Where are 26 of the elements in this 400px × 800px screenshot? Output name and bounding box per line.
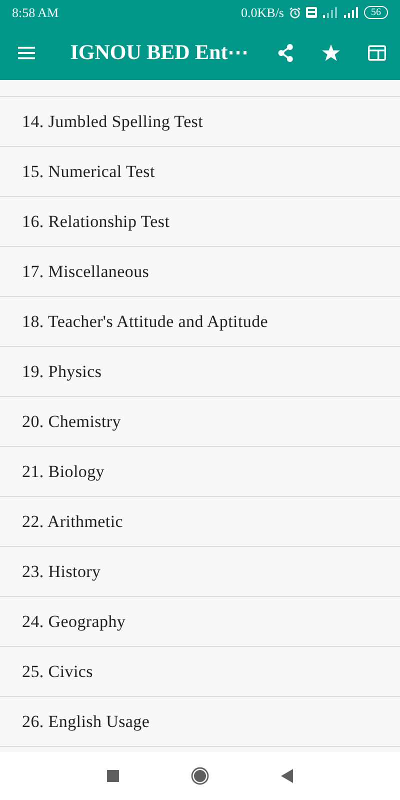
window-icon[interactable] [368, 44, 386, 62]
list-item[interactable]: 23. History [0, 547, 400, 597]
list-item[interactable]: 16. Relationship Test [0, 197, 400, 247]
list-item[interactable]: 17. Miscellaneous [0, 247, 400, 297]
list-item[interactable]: 22. Arithmetic [0, 497, 400, 547]
list-item[interactable]: 20. Chemistry [0, 397, 400, 447]
home-icon[interactable] [191, 767, 209, 785]
list-item[interactable]: 19. Physics [0, 347, 400, 397]
back-icon[interactable] [281, 769, 293, 783]
signal-icon [343, 7, 359, 18]
menu-icon[interactable] [18, 44, 36, 60]
network-speed: 0.0KB/s [241, 4, 284, 20]
list-item[interactable]: 21. Biology [0, 447, 400, 497]
list-item[interactable]: 18. Teacher's Attitude and Aptitude [0, 297, 400, 347]
share-icon[interactable] [276, 42, 294, 64]
list-item[interactable]: 25. Civics [0, 647, 400, 697]
list-item[interactable]: 24. Geography [0, 597, 400, 647]
clock: 8:58 AM [12, 4, 59, 20]
battery-indicator: 56 [364, 6, 388, 19]
list-item[interactable]: 15. Numerical Test [0, 147, 400, 197]
alarm-icon [289, 6, 301, 18]
app-title: IGNOU BED Ent⋯ [70, 40, 249, 65]
signal-icon [322, 7, 338, 18]
star-icon[interactable] [322, 42, 340, 62]
list-item[interactable]: 14. Jumbled Spelling Test [0, 97, 400, 147]
list-item[interactable]: 26. English Usage [0, 697, 400, 747]
